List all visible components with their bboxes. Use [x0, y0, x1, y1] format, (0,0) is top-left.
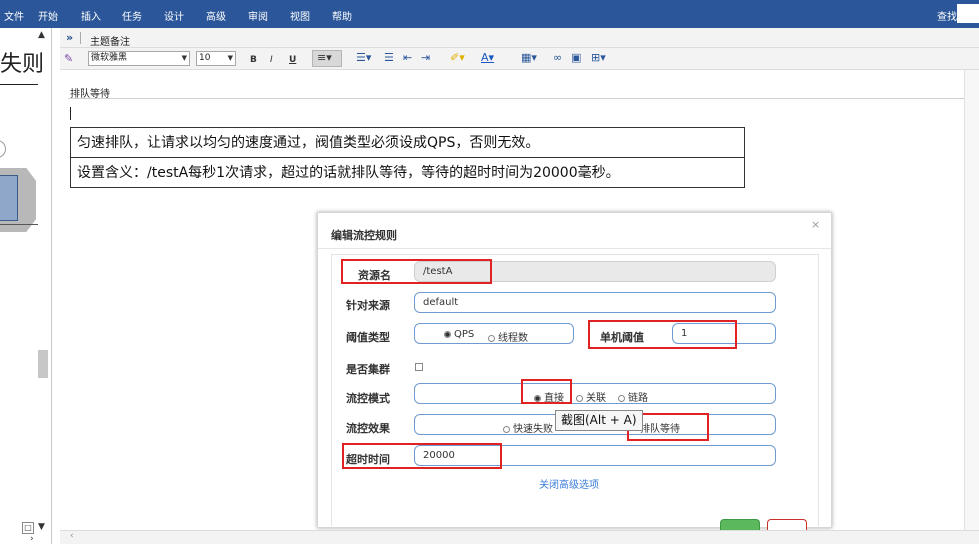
table-row[interactable]: 设置含义：/testA每秒1次请求，超过的话就排队等待，等待的超时时间为2000… [71, 158, 744, 188]
outline-panel [0, 28, 52, 544]
outline-underline [0, 84, 38, 85]
bold-button[interactable]: B [250, 53, 257, 67]
attachment-icon[interactable]: ⊞▾ [591, 51, 606, 65]
italic-button[interactable]: I [270, 53, 273, 67]
outline-scrollbar-thumb[interactable] [38, 350, 48, 378]
highlight-box-threshold [588, 320, 737, 349]
numbered-list-icon[interactable]: ☰ [384, 51, 394, 65]
cluster-checkbox [415, 363, 423, 371]
control-mode-label: 流控模式 [346, 392, 390, 405]
threshold-type-label: 阈值类型 [346, 331, 390, 344]
mode-chain-text: 链路 [628, 393, 648, 404]
outline-rule [0, 224, 38, 225]
note-divider [68, 98, 964, 99]
font-size-select[interactable]: 10 ▼ [196, 51, 236, 66]
search-input[interactable] [957, 4, 979, 23]
close-icon: × [811, 218, 821, 231]
format-painter-icon[interactable]: ✎ [64, 52, 73, 66]
menu-bar: 文件 开始 插入 任务 设计 高级 审阅 视图 帮助 查找: [0, 0, 979, 28]
origin-value: default [423, 297, 459, 308]
note-image-icon [0, 175, 18, 221]
note-table[interactable]: 匀速排队，让请求以均匀的速度通过，阀值类型必须设成QPS，否则无效。 设置含义：… [70, 127, 745, 188]
menu-file[interactable]: 文件 [4, 8, 24, 23]
note-horizontal-scrollbar[interactable] [60, 530, 979, 544]
threshold-qps-text: QPS [454, 329, 475, 340]
indent-decrease-icon[interactable]: ⇤ [403, 51, 412, 65]
chevron-down-icon: ▼ [181, 54, 187, 62]
radio-selected-icon [444, 331, 451, 338]
bullet-list-icon[interactable]: ☰▾ [356, 51, 371, 65]
dialog-header-divider [318, 248, 831, 249]
cluster-label: 是否集群 [346, 363, 390, 376]
menu-task[interactable]: 任务 [122, 8, 142, 23]
effect-fast-fail-option: 快速失败 [503, 420, 553, 435]
control-effect-label: 流控效果 [346, 422, 390, 435]
threshold-threads-option: 线程数 [488, 329, 528, 344]
image-icon[interactable]: ▣ [571, 51, 581, 65]
outline-topic-text[interactable]: 失则 [0, 46, 44, 78]
menu-design[interactable]: 设计 [164, 8, 184, 23]
panel-chevron-down-icon[interactable]: ▼ [38, 522, 45, 532]
menu-help[interactable]: 帮助 [332, 8, 352, 23]
mode-chain-option: 链路 [618, 389, 648, 404]
font-color-icon[interactable]: A▾ [481, 51, 494, 65]
scroll-arrow-icon[interactable]: › [30, 534, 34, 544]
highlight-box-resource [341, 259, 492, 284]
origin-input: default [414, 292, 776, 313]
align-left-icon: ≡▾ [317, 51, 332, 64]
scroll-left-icon[interactable]: ‹ [70, 531, 74, 541]
origin-label: 针对来源 [346, 299, 390, 312]
font-size-value: 10 [199, 53, 211, 63]
screenshot-tooltip: 截图(Alt + A) [555, 410, 643, 431]
menu-view[interactable]: 视图 [290, 8, 310, 23]
font-family-select[interactable]: 微软雅黑 ▼ [88, 51, 190, 66]
notes-header [60, 28, 979, 48]
radio-icon [488, 335, 495, 342]
menu-review[interactable]: 审阅 [248, 8, 268, 23]
mode-relate-option: 关联 [576, 389, 606, 404]
note-vertical-scrollbar[interactable] [964, 70, 979, 530]
effect-fast-fail-text: 快速失败 [513, 424, 553, 435]
collapse-chevron-icon[interactable]: ▲ [38, 30, 45, 40]
hyperlink-icon[interactable]: ∞ [553, 51, 562, 65]
notes-expand-icon[interactable]: » [66, 31, 73, 44]
radio-icon [618, 395, 625, 402]
threshold-qps-option: QPS [444, 329, 474, 340]
highlight-box-mode [521, 379, 572, 404]
highlight-box-timeout [342, 443, 502, 469]
indent-increase-icon[interactable]: ⇥ [421, 51, 430, 65]
mode-relate-text: 关联 [586, 393, 606, 404]
font-family-value: 微软雅黑 [91, 53, 128, 63]
dialog-title: 编辑流控规则 [331, 229, 397, 242]
underline-button[interactable]: U [289, 53, 296, 67]
header-separator [80, 32, 81, 44]
panel-toggle-icon[interactable]: □ [22, 522, 34, 534]
menu-insert[interactable]: 插入 [81, 8, 101, 23]
highlight-color-icon[interactable]: ✐▾ [450, 51, 465, 65]
notes-title: 主题备注 [90, 37, 130, 48]
menu-advanced[interactable]: 高级 [206, 8, 226, 23]
radio-icon [503, 426, 510, 433]
radio-icon [576, 395, 583, 402]
table-row[interactable]: 匀速排队，让请求以均匀的速度通过，阀值类型必须设成QPS，否则无效。 [71, 128, 744, 158]
table-icon[interactable]: ▦▾ [521, 51, 537, 65]
text-cursor [70, 107, 71, 120]
menu-home[interactable]: 开始 [38, 8, 58, 23]
close-advanced-link: 关闭高级选项 [539, 480, 599, 491]
threshold-threads-text: 线程数 [498, 333, 528, 344]
chevron-down-icon: ▼ [227, 54, 233, 62]
